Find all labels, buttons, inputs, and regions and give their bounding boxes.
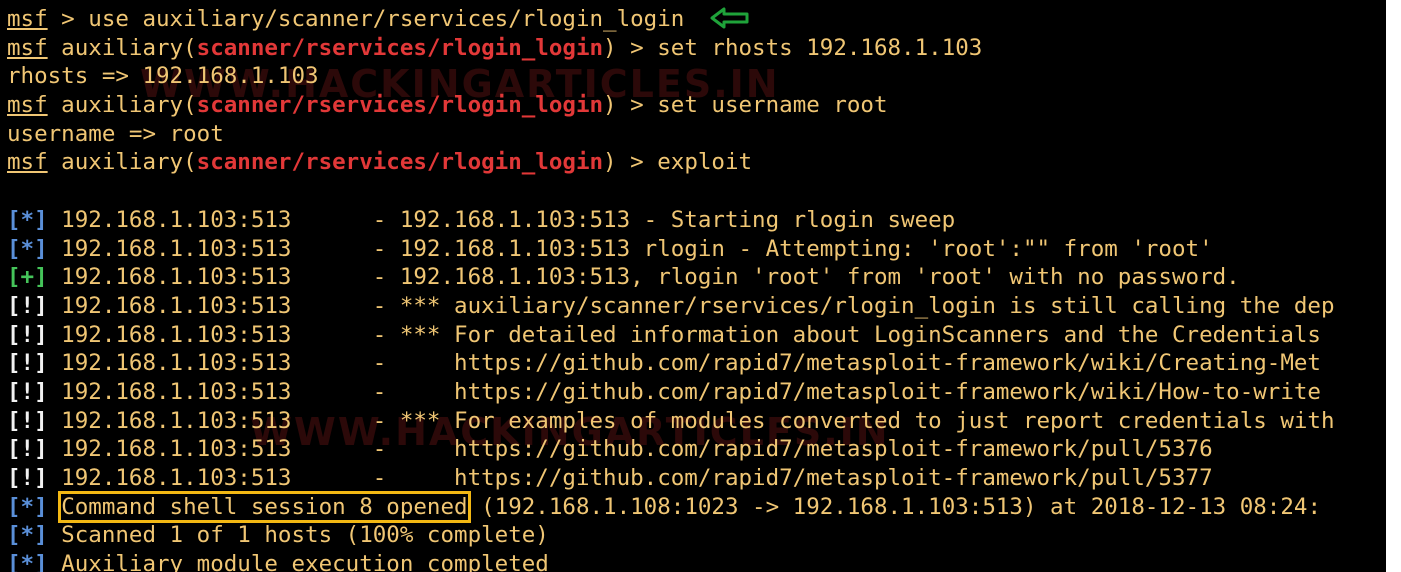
- prompt-label: msf: [7, 34, 48, 61]
- status-tag: [!]: [7, 465, 48, 491]
- module-name: scanner/rservices/rlogin_login: [196, 34, 604, 61]
- terminal-line: [*] Command shell session 8 opened (192.…: [7, 490, 1335, 523]
- module-name: scanner/rservices/rlogin_login: [196, 92, 604, 119]
- terminal-line: [!] 192.168.1.103:513 - https://github.c…: [7, 378, 1335, 407]
- status-tag: [*]: [7, 235, 48, 262]
- status-tag: [*]: [7, 551, 48, 572]
- output-text: 192.168.1.103:513 - 192.168.1.103:513 - …: [47, 206, 956, 233]
- command-text: ) > set username root: [603, 92, 888, 119]
- status-tag: [!]: [7, 407, 48, 434]
- output-text: 192.168.1.103:513 - *** auxiliary/scanne…: [47, 292, 1335, 319]
- terminal-line: msf auxiliary(scanner/rservices/rlogin_l…: [7, 91, 1335, 120]
- terminal-line: [*] 192.168.1.103:513 - 192.168.1.103:51…: [7, 235, 1335, 264]
- status-tag: [+]: [7, 264, 48, 291]
- terminal-line: [!] 192.168.1.103:513 - https://github.c…: [7, 349, 1335, 378]
- status-tag: [!]: [7, 321, 48, 348]
- output-text: Auxiliary module execution completed: [47, 551, 549, 572]
- output-text: rhosts => 192.168.1.103: [7, 63, 319, 90]
- output-text: 192.168.1.103:513 - *** For detailed inf…: [47, 321, 1321, 348]
- output-text: 192.168.1.103:513 - 192.168.1.103:513 rl…: [47, 235, 1213, 262]
- command-text: ) > exploit: [603, 149, 753, 176]
- terminal-line: [!] 192.168.1.103:513 - *** auxiliary/sc…: [7, 292, 1335, 321]
- output-text: 192.168.1.103:513 - https://github.com/r…: [47, 350, 1321, 377]
- terminal-line: [*] 192.168.1.103:513 - 192.168.1.103:51…: [7, 206, 1335, 235]
- terminal-line: [*] Auxiliary module execution completed: [7, 550, 1335, 572]
- terminal-line: username => root: [7, 120, 1335, 149]
- page-margin: [1386, 0, 1401, 572]
- terminal-line: msf auxiliary(scanner/rservices/rlogin_l…: [7, 34, 1335, 63]
- status-tag: [*]: [7, 522, 48, 549]
- prompt-label: msf: [7, 6, 48, 32]
- terminal-line: msf auxiliary(scanner/rservices/rlogin_l…: [7, 148, 1335, 177]
- left-arrow-icon: [710, 7, 750, 37]
- status-tag: [!]: [7, 350, 48, 377]
- terminal-line: [!] 192.168.1.103:513 - https://github.c…: [7, 464, 1335, 493]
- prompt-prefix: auxiliary(: [47, 92, 197, 119]
- output-text: Scanned 1 of 1 hosts (100% complete): [47, 522, 549, 549]
- output-text: 192.168.1.103:513 - *** For examples of …: [47, 407, 1335, 434]
- terminal-line: [*] Scanned 1 of 1 hosts (100% complete): [7, 521, 1335, 550]
- terminal-line: [!] 192.168.1.103:513 - *** For detailed…: [7, 321, 1335, 350]
- terminal-line: msf > use auxiliary/scanner/rservices/rl…: [7, 5, 1335, 34]
- status-tag: [*]: [7, 206, 48, 233]
- status-tag: [*]: [7, 493, 48, 520]
- output-text: 192.168.1.103:513 - https://github.com/r…: [47, 378, 1321, 405]
- prompt-prefix: auxiliary(: [47, 149, 197, 176]
- terminal-line: [+] 192.168.1.103:513 - 192.168.1.103:51…: [7, 263, 1335, 292]
- session-opened-highlight: Command shell session 8 opened: [58, 490, 471, 523]
- module-name: scanner/rservices/rlogin_login: [196, 149, 604, 176]
- command-text: > use auxiliary/scanner/rservices/rlogin…: [47, 6, 685, 32]
- status-tag: [!]: [7, 436, 48, 463]
- output-text: 192.168.1.103:513 - https://github.com/r…: [47, 465, 1213, 491]
- terminal-line: [!] 192.168.1.103:513 - https://github.c…: [7, 435, 1335, 464]
- status-tag: [!]: [7, 292, 48, 319]
- prompt-label: msf: [7, 149, 48, 176]
- output-text: username => root: [7, 120, 224, 147]
- terminal-line: [!] 192.168.1.103:513 - *** For examples…: [7, 407, 1335, 436]
- terminal-window[interactable]: WWW.HACKINGARTICLES.IN WWW.HACKINGARTICL…: [0, 0, 1386, 572]
- prompt-label: msf: [7, 92, 48, 119]
- terminal-line: rhosts => 192.168.1.103: [7, 62, 1335, 91]
- prompt-prefix: auxiliary(: [47, 34, 197, 61]
- status-tag: [!]: [7, 378, 48, 405]
- output-text: 192.168.1.103:513 - 192.168.1.103:513, r…: [47, 264, 1240, 291]
- output-text: 192.168.1.103:513 - https://github.com/r…: [47, 436, 1213, 463]
- command-text: ) > set rhosts 192.168.1.103: [603, 34, 983, 61]
- terminal-output: msf > use auxiliary/scanner/rservices/rl…: [7, 5, 1335, 572]
- output-text: (192.168.1.108:1023 -> 192.168.1.103:513…: [467, 493, 1321, 520]
